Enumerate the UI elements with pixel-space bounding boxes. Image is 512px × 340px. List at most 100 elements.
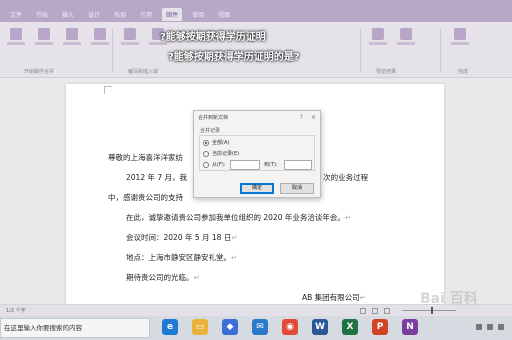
print-layout-icon[interactable] — [372, 308, 378, 314]
taskbar-search-input[interactable]: 在这里输入你要搜索的内容 — [0, 318, 150, 338]
dialog-title: 合并到新文档 — [198, 114, 229, 121]
ribbon-button[interactable] — [120, 28, 140, 56]
help-icon[interactable]: ? — [300, 114, 303, 121]
doc-text: 期待贵公司的光临。 — [126, 273, 194, 282]
to-label-wrap: 到(T): — [264, 161, 278, 168]
onenote-icon[interactable]: N — [402, 319, 418, 335]
ribbon-tab[interactable]: 插入 — [58, 8, 78, 21]
to-input[interactable] — [284, 160, 312, 170]
button-label-bar — [369, 42, 387, 45]
label-icon — [38, 28, 50, 40]
doc-paragraph-end: 0 次的业务过程 — [316, 173, 369, 182]
doc-closing: 期待贵公司的光临。↵ — [126, 272, 200, 283]
doc-text: AB 集团有限公司 — [302, 293, 360, 302]
merge-icon — [66, 28, 78, 40]
excel-icon[interactable]: X — [342, 319, 358, 335]
ribbon-tab[interactable]: 视图 — [214, 8, 234, 21]
doc-text: 地点：上海市静安区静安礼堂。 — [126, 253, 231, 262]
ribbon-group-start-merge — [6, 28, 110, 68]
web-layout-icon[interactable] — [384, 308, 390, 314]
highlight-icon — [124, 28, 136, 40]
overlay-title-line: ?能够按期获得学历证明 — [160, 32, 266, 43]
ribbon-tab[interactable]: 邮件 — [162, 8, 183, 21]
doc-meeting-place: 地点：上海市静安区静安礼堂。↵ — [126, 252, 237, 263]
from-input[interactable] — [230, 160, 260, 170]
to-label: 到(T): — [264, 162, 278, 168]
paragraph-mark: ↵ — [344, 213, 352, 222]
notification-icon[interactable] — [498, 324, 504, 330]
word-icon[interactable]: W — [312, 319, 328, 335]
zoom-slider[interactable] — [402, 307, 456, 314]
doc-meeting-time: 会议时间：2020 年 5 月 18 日↵ — [126, 232, 238, 243]
ribbon-group-finish — [450, 28, 470, 68]
watermark-logo: Bai 百科 — [420, 291, 478, 307]
ribbon-button[interactable] — [6, 28, 26, 56]
store-icon[interactable]: ◆ — [222, 319, 238, 335]
doc-text: 会议时间：2020 年 5 月 18 日 — [126, 233, 232, 242]
mail-icon[interactable]: ✉ — [252, 319, 268, 335]
ribbon-button[interactable] — [396, 28, 416, 56]
doc-greeting: 尊敬的上海喜洋洋家纺 — [108, 153, 183, 162]
ok-button[interactable]: 确定 — [240, 183, 274, 194]
paragraph-mark: ↵ — [359, 293, 366, 302]
button-label-bar — [7, 42, 25, 45]
radio-all[interactable]: 全部(A) — [203, 139, 229, 146]
radio-label: 全部(A) — [212, 140, 230, 146]
ribbon-button[interactable] — [90, 28, 110, 56]
page-info: 1/2 个字 — [6, 308, 26, 314]
radio-current-record[interactable]: 当前记录(E) — [203, 150, 239, 157]
powerpoint-icon[interactable]: P — [372, 319, 388, 335]
ribbon-tab[interactable]: 布局 — [110, 8, 130, 21]
radio-checked-icon — [203, 139, 209, 146]
button-label-bar — [35, 42, 53, 45]
radio-label: 当前记录(E) — [212, 151, 240, 157]
close-icon[interactable]: × — [311, 114, 316, 121]
find-recipient-icon — [400, 28, 412, 40]
doc-signature: AB 集团有限公司↵ — [302, 292, 366, 303]
merge-to-new-document-dialog: 合并到新文档 ? × 合并记录 全部(A) 当前记录(E) 从(F): 到(T)… — [193, 110, 321, 198]
ribbon-tab[interactable]: 文件 — [6, 8, 26, 21]
doc-paragraph: 在此，诚挚邀请贵公司参加我单位组织的 2020 年业务洽谈年会。↵ — [126, 212, 351, 223]
recipients-icon — [94, 28, 106, 40]
dialog-titlebar: 合并到新文档 ? × — [194, 111, 320, 123]
network-icon[interactable] — [476, 324, 482, 330]
ribbon-tab[interactable]: 引用 — [136, 8, 156, 21]
button-label-bar — [397, 42, 415, 45]
radio-unchecked-icon — [203, 150, 209, 157]
group-label: 编写和插入域 — [128, 69, 159, 75]
ribbon-tabs: 文件 开始 插入 设计 布局 引用 邮件 审阅 视图 — [6, 8, 234, 21]
ribbon-tab[interactable]: 审阅 — [188, 8, 208, 21]
system-tray — [476, 324, 504, 330]
merge-records-label: 合并记录 — [200, 128, 221, 134]
volume-icon[interactable] — [487, 324, 493, 330]
read-mode-icon[interactable] — [360, 308, 366, 314]
ribbon-separator — [360, 28, 361, 72]
ribbon-tab[interactable]: 开始 — [32, 8, 52, 21]
ribbon-button[interactable] — [62, 28, 82, 56]
preview-icon — [372, 28, 384, 40]
explorer-icon[interactable]: ▭ — [192, 319, 208, 335]
cancel-button[interactable]: 取消 — [280, 183, 314, 194]
group-label: 完成 — [458, 69, 469, 75]
finish-icon — [454, 28, 466, 40]
button-label-bar — [91, 42, 109, 45]
ribbon-button[interactable] — [34, 28, 54, 56]
paragraph-mark: ↵ — [231, 253, 238, 262]
radio-unchecked-icon — [203, 161, 209, 168]
radio-from[interactable]: 从(F): — [203, 161, 225, 168]
taskbar: 在这里输入你要搜索的内容 e ▭ ◆ ✉ ◉ W X P N — [0, 316, 512, 340]
finish-merge-button[interactable] — [450, 28, 470, 56]
edge-icon[interactable]: e — [162, 319, 178, 335]
button-label-bar — [451, 42, 469, 45]
button-label-bar — [63, 42, 81, 45]
chrome-icon[interactable]: ◉ — [282, 319, 298, 335]
ribbon-group-preview — [368, 28, 416, 68]
doc-text: 在此，诚挚邀请贵公司参加我单位组织的 2020 年业务洽谈年会。 — [126, 213, 345, 222]
ribbon-tab[interactable]: 设计 — [84, 8, 104, 21]
group-label: 预览结果 — [376, 69, 397, 75]
overlay-title-line: ?能够按期获得学历证明的是? — [168, 52, 300, 63]
taskbar-apps: e ▭ ◆ ✉ ◉ W X P N — [162, 319, 418, 335]
ribbon-button[interactable] — [368, 28, 388, 56]
zoom-slider-thumb[interactable] — [430, 307, 433, 314]
group-label: 开始邮件合并 — [24, 69, 55, 75]
